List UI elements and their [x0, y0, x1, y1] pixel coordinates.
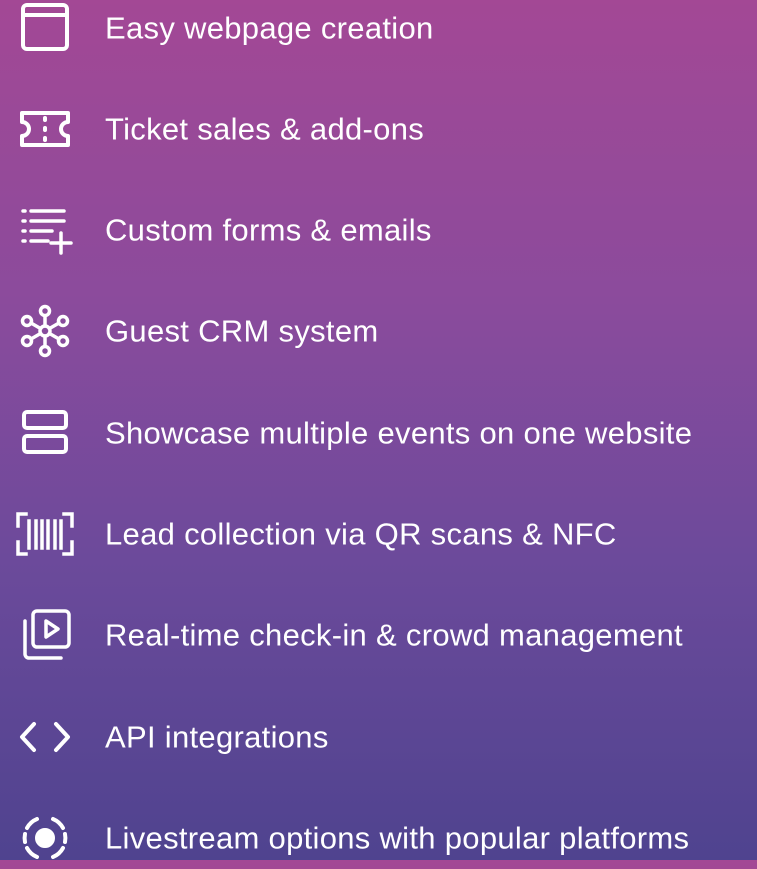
feature-item-webpage-creation: Easy webpage creation [0, 0, 757, 58]
feature-item-livestream: Livestream options with popular platform… [0, 808, 757, 868]
feature-label: Lead collection via QR scans & NFC [105, 516, 617, 552]
feature-label: Real-time check-in & crowd management [105, 617, 683, 653]
barcode-scan-icon [14, 503, 76, 565]
ticket-icon [14, 98, 76, 160]
feature-list: Easy webpage creation Ticket sales & add… [0, 0, 757, 860]
network-icon [14, 300, 76, 362]
feature-label: API integrations [105, 719, 329, 755]
feature-item-lead-collection: Lead collection via QR scans & NFC [0, 504, 757, 564]
media-gallery-icon [14, 604, 76, 666]
feature-item-realtime-checkin: Real-time check-in & crowd management [0, 605, 757, 665]
feature-item-guest-crm: Guest CRM system [0, 301, 757, 361]
feature-label: Ticket sales & add-ons [105, 111, 425, 147]
feature-label: Guest CRM system [105, 313, 379, 349]
feature-item-custom-forms: Custom forms & emails [0, 200, 757, 260]
feature-label: Showcase multiple events on one website [105, 415, 693, 451]
feature-item-showcase-events: Showcase multiple events on one website [0, 403, 757, 463]
stacked-panels-icon [14, 402, 76, 464]
feature-item-api-integrations: API integrations [0, 707, 757, 767]
feature-item-ticket-sales: Ticket sales & add-ons [0, 99, 757, 159]
list-add-icon [14, 199, 76, 261]
feature-label: Custom forms & emails [105, 212, 432, 248]
feature-label: Livestream options with popular platform… [105, 820, 690, 856]
feature-label: Easy webpage creation [105, 10, 434, 46]
code-brackets-icon [14, 706, 76, 768]
browser-window-icon [14, 0, 76, 59]
